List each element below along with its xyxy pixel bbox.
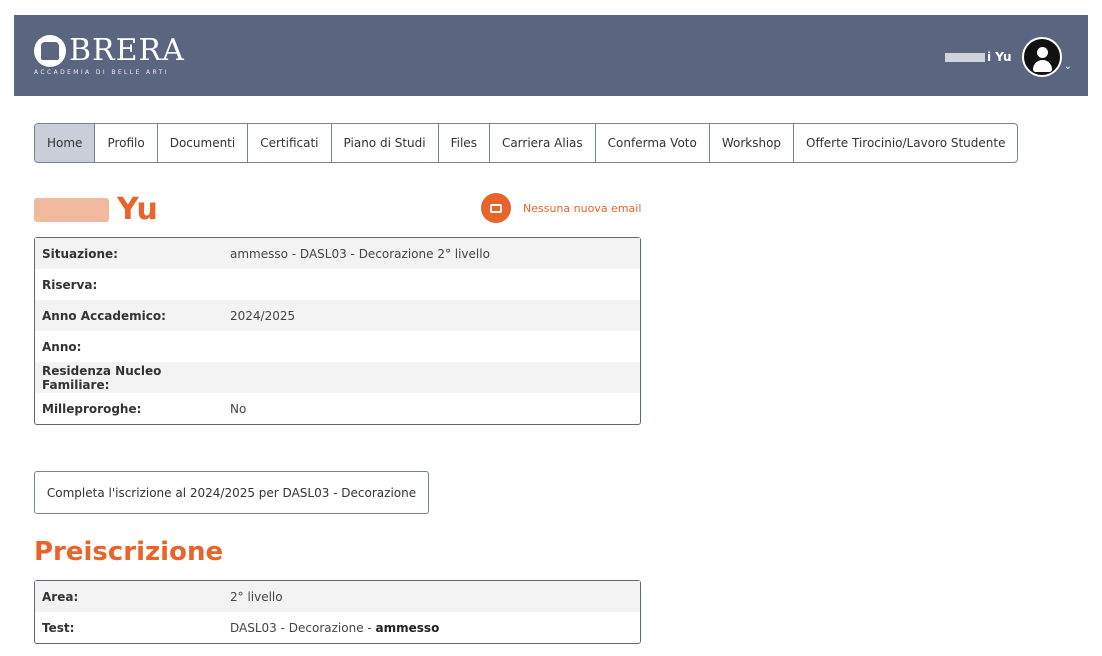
- pre-label: Area:: [42, 589, 79, 604]
- preiscrizione-card: Area: 2° livello Test: DASL03 - Decorazi…: [34, 580, 641, 644]
- info-label: Riserva:: [42, 277, 98, 292]
- user-menu[interactable]: i Yu ⌄: [944, 37, 1072, 77]
- pre-value: DASL03 - Decorazione - ammesso: [230, 621, 439, 635]
- top-header: BRERA ACCADEMIA DI BELLE ARTI i Yu ⌄: [14, 15, 1088, 96]
- info-row-anno-accademico: Anno Accademico: 2024/2025: [35, 300, 640, 331]
- student-info-card: Situazione: ammesso - DASL03 - Decorazio…: [34, 237, 641, 425]
- info-label: Anno Accademico:: [42, 308, 166, 323]
- user-name: i Yu: [944, 50, 1012, 64]
- redacted-name: [944, 52, 985, 62]
- mail-icon: [481, 193, 511, 223]
- student-surname: Yu: [117, 192, 158, 227]
- tab-files[interactable]: Files: [439, 124, 490, 162]
- logo-name: BRERA: [69, 33, 185, 68]
- info-row-situazione: Situazione: ammesso - DASL03 - Decorazio…: [35, 238, 640, 269]
- brera-logo[interactable]: BRERA ACCADEMIA DI BELLE ARTI: [34, 35, 185, 76]
- info-value: ammesso - DASL03 - Decorazione 2° livell…: [230, 246, 490, 261]
- info-label: Milleproroghe:: [42, 401, 142, 416]
- tab-home[interactable]: Home: [35, 124, 96, 162]
- tab-conferma-voto[interactable]: Conferma Voto: [596, 124, 710, 162]
- logo-subtitle: ACCADEMIA DI BELLE ARTI: [34, 69, 169, 76]
- info-row-milleproroghe: Milleproroghe: No: [35, 393, 640, 424]
- email-notification-link[interactable]: Nessuna nuova email: [481, 193, 641, 223]
- test-status: ammesso: [375, 620, 440, 635]
- user-name-text: i Yu: [986, 50, 1012, 64]
- tab-piano-di-studi[interactable]: Piano di Studi: [332, 124, 439, 162]
- avatar-icon[interactable]: [1021, 37, 1062, 77]
- tab-offerte-tirocinio[interactable]: Offerte Tirocinio/Lavoro Studente: [794, 124, 1017, 162]
- info-row-anno: Anno:: [35, 331, 640, 362]
- info-value: 2024/2025: [230, 308, 296, 323]
- pre-value: 2° livello: [230, 589, 283, 604]
- tab-certificati[interactable]: Certificati: [248, 124, 332, 162]
- info-value: No: [230, 401, 247, 416]
- info-label: Residenza Nucleo Familiare:: [42, 363, 162, 392]
- info-label: Anno:: [42, 339, 82, 354]
- redacted-name: [34, 197, 109, 222]
- tab-workshop[interactable]: Workshop: [710, 124, 795, 162]
- section-title-preiscrizione: Preiscrizione: [34, 537, 224, 567]
- main-tabs: Home Profilo Documenti Certificati Piano…: [34, 123, 1019, 163]
- chevron-down-icon[interactable]: ⌄: [1064, 61, 1072, 72]
- student-name: Yu: [34, 192, 158, 227]
- test-course: DASL03 - Decorazione -: [230, 620, 376, 635]
- email-status: Nessuna nuova email: [523, 201, 642, 215]
- complete-enrollment-button[interactable]: Completa l'iscrizione al 2024/2025 per D…: [34, 471, 429, 514]
- tab-documenti[interactable]: Documenti: [158, 124, 249, 162]
- info-row-residenza: Residenza Nucleo Familiare:: [35, 362, 640, 393]
- tab-profilo[interactable]: Profilo: [95, 124, 158, 162]
- info-label: Situazione:: [42, 246, 118, 261]
- tab-carriera-alias[interactable]: Carriera Alias: [490, 124, 596, 162]
- logo-emblem-icon: [34, 35, 66, 67]
- pre-row-area: Area: 2° livello: [35, 581, 640, 612]
- info-row-riserva: Riserva:: [35, 269, 640, 300]
- pre-row-test: Test: DASL03 - Decorazione - ammesso: [35, 612, 640, 643]
- pre-label: Test:: [42, 620, 75, 635]
